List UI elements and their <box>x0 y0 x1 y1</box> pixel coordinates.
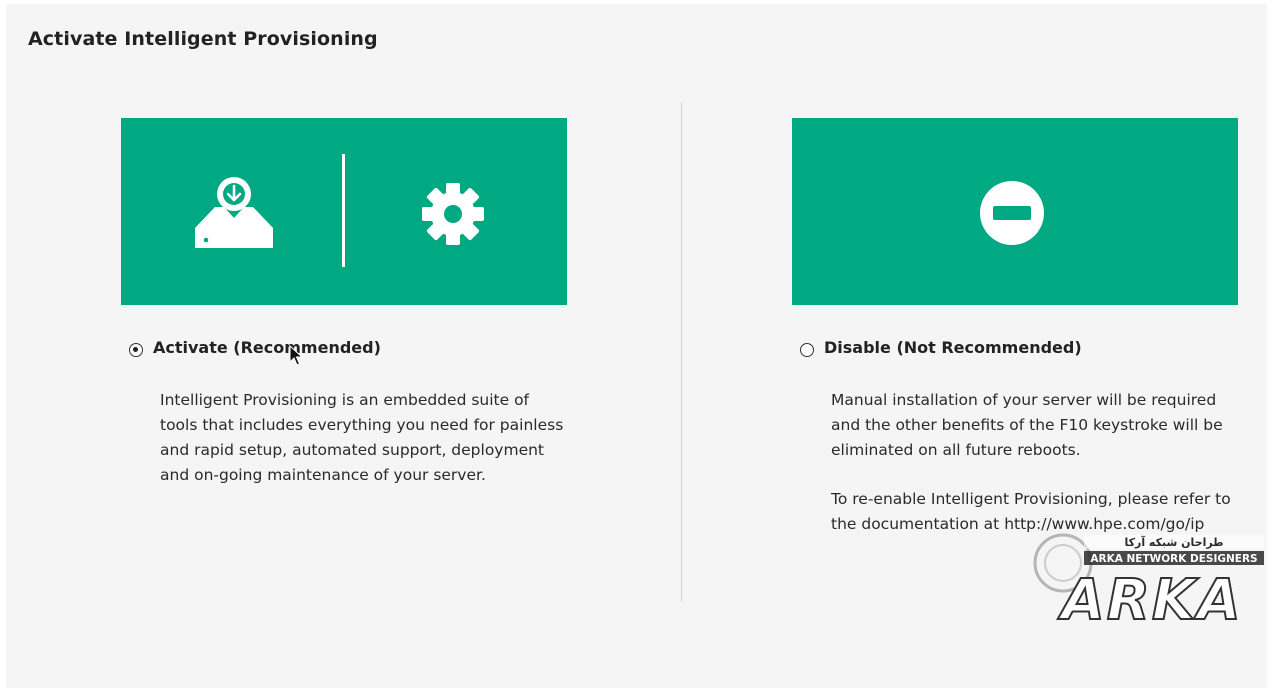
activate-option[interactable]: Activate (Recommended) Intelligent Provi… <box>121 118 567 484</box>
arka-watermark-logo: طراحان شبکه آرکا ARKA NETWORK DESIGNERS … <box>1033 533 1264 627</box>
watermark-brand: ARKA <box>1057 568 1242 627</box>
activate-description: Intelligent Provisioning is an embedded … <box>160 388 570 488</box>
download-drive-icon <box>195 177 273 248</box>
watermark-native-text: طراحان شبکه آرکا <box>1124 535 1223 549</box>
disable-option[interactable]: Disable (Not Recommended) Manual install… <box>792 118 1238 533</box>
activate-label: Activate (Recommended) <box>153 338 381 357</box>
activate-banner[interactable] <box>121 118 567 305</box>
banner-separator <box>342 154 345 267</box>
activate-description-text: Intelligent Provisioning is an embedded … <box>160 391 564 484</box>
disable-banner[interactable] <box>792 118 1238 305</box>
disable-description: Manual installation of your server will … <box>831 388 1241 537</box>
gear-icon <box>422 183 484 245</box>
page-title: Activate Intelligent Provisioning <box>28 28 378 50</box>
watermark-subtitle: ARKA NETWORK DESIGNERS <box>1090 553 1257 565</box>
activate-radio-button[interactable] <box>129 342 143 357</box>
disable-radio-option[interactable]: Disable (Not Recommended) <box>800 338 1082 357</box>
mouse-cursor-icon <box>289 345 303 366</box>
disable-description-text: Manual installation of your server will … <box>831 391 1223 459</box>
vertical-divider <box>681 102 682 602</box>
disable-icon <box>980 181 1044 245</box>
disable-label: Disable (Not Recommended) <box>824 338 1082 357</box>
disable-radio-button[interactable] <box>800 342 814 357</box>
activate-radio-option[interactable]: Activate (Recommended) <box>129 338 381 357</box>
